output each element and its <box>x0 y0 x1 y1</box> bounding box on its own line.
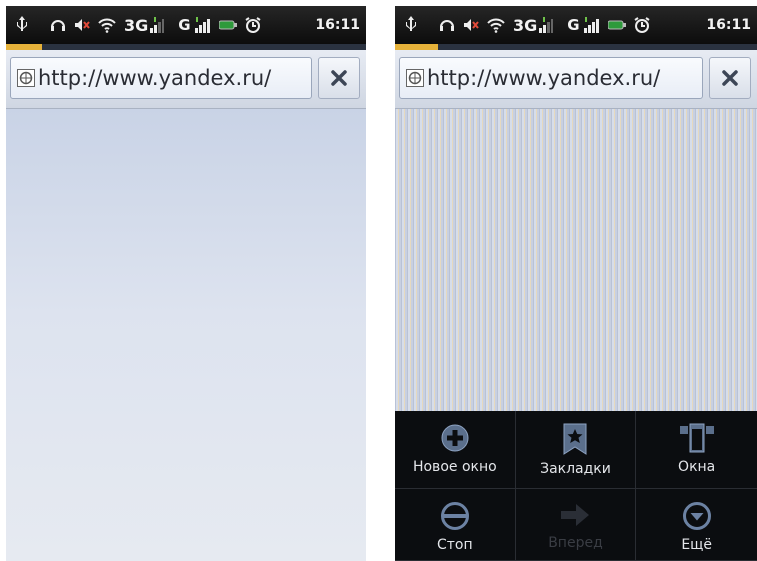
close-icon <box>722 70 738 86</box>
menu-item-bookmarks[interactable]: Закладки <box>515 411 637 489</box>
globe-icon <box>406 69 424 87</box>
phone-screen-right: 3G G 16:11 http://www.yandex.ru/ Новое о… <box>395 6 757 561</box>
battery-icon <box>218 20 237 30</box>
url-bar: http://www.yandex.ru/ <box>6 50 366 109</box>
more-chevron-icon <box>682 502 711 530</box>
headset-icon <box>50 17 66 33</box>
menu-item-label: Закладки <box>540 461 611 477</box>
battery-icon <box>607 20 626 30</box>
signal-icon <box>539 17 554 33</box>
clock: 16:11 <box>706 17 751 33</box>
network-type-g: G <box>567 16 580 34</box>
menu-item-label: Вперед <box>548 535 603 551</box>
bookmark-icon <box>563 423 587 455</box>
alarm-icon <box>245 17 261 33</box>
close-button[interactable] <box>318 57 360 99</box>
windows-icon <box>679 423 714 453</box>
close-icon <box>331 70 347 86</box>
signal-icon <box>150 17 165 33</box>
menu-item-label: Стоп <box>437 537 473 553</box>
menu-item-label: Окна <box>678 459 716 475</box>
globe-icon <box>17 69 35 87</box>
menu-item-stop[interactable]: Стоп <box>395 489 516 561</box>
network-type-3g: 3G <box>124 15 149 35</box>
url-field[interactable]: http://www.yandex.ru/ <box>10 57 312 99</box>
mute-icon <box>74 17 90 33</box>
status-bar: 3G G 16:11 <box>6 6 366 44</box>
wifi-icon <box>98 17 116 33</box>
menu-item-more[interactable]: Ещё <box>636 489 757 561</box>
url-field[interactable]: http://www.yandex.ru/ <box>399 57 703 99</box>
url-bar: http://www.yandex.ru/ <box>395 50 757 109</box>
network-type-3g: 3G <box>513 15 538 35</box>
phone-screen-left: 3G G 16:11 http://www.yandex.ru/ <box>6 6 366 561</box>
menu-item-new-window[interactable]: Новое окно <box>395 411 516 489</box>
signal-icon <box>583 17 600 33</box>
page-content[interactable] <box>6 109 366 561</box>
stop-icon <box>440 502 469 530</box>
alarm-icon <box>634 17 650 33</box>
page-content[interactable] <box>395 109 757 411</box>
signal-icon <box>194 17 211 33</box>
plus-circle-icon <box>441 424 469 452</box>
url-text: http://www.yandex.ru/ <box>38 66 272 90</box>
menu-item-label: Ещё <box>681 537 712 553</box>
network-type-g: G <box>178 16 191 34</box>
close-button[interactable] <box>709 57 751 99</box>
headset-icon <box>439 17 455 33</box>
url-text: http://www.yandex.ru/ <box>427 66 661 90</box>
wifi-icon <box>487 17 505 33</box>
status-bar: 3G G 16:11 <box>395 6 757 44</box>
options-menu: Новое окно Закладки Окна Стоп Вперед Ещё <box>395 411 757 561</box>
forward-arrow-icon <box>561 504 590 526</box>
menu-item-forward[interactable]: Вперед <box>515 489 637 561</box>
usb-icon <box>405 16 417 34</box>
menu-item-label: Новое окно <box>412 459 497 475</box>
usb-icon <box>16 16 28 34</box>
mute-icon <box>463 17 479 33</box>
menu-item-windows[interactable]: Окна <box>636 411 757 489</box>
clock: 16:11 <box>315 17 360 33</box>
